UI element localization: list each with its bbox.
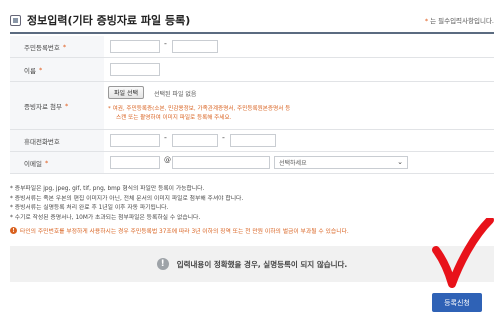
legal-warning-text: 타인의 주민번호를 부정하게 사용하시는 경우 주민등록법 37조에 따라 3년… bbox=[20, 229, 349, 235]
attachment-field: 파일 선택 선택된 파일 없음 * 여권, 주민등록증(소본, 민감용정보, 가… bbox=[104, 82, 494, 129]
resident-number-label-text: 주민등록번호 bbox=[24, 43, 60, 52]
email-label-text: 이메일 bbox=[24, 159, 42, 168]
note-item: * 증부파일은 jpg, jpeg, gif, tif, png, bmp 형식… bbox=[10, 186, 205, 192]
note-item: * 증빙서류는 실명등록 처리 완료 후 1년일 이후 자동 파기됩니다. bbox=[10, 205, 169, 211]
file-status-text: 선택된 파일 없음 bbox=[154, 91, 197, 98]
required-note: * 는 필수입력사항입니다. bbox=[425, 15, 494, 25]
note-item: * 수기로 작성된 증명서나, 10M가 초과되는 첨부파일은 등록하실 수 없… bbox=[10, 214, 201, 221]
name-label-text: 이름 bbox=[24, 66, 36, 75]
row-name: 이름 * bbox=[10, 58, 494, 82]
email-domain-select-value: 선택하세요 bbox=[279, 160, 307, 167]
required-star: * bbox=[38, 65, 43, 74]
resident-number-dash: - bbox=[164, 39, 167, 48]
attachment-notice-line-2: 스캔 또는 촬영하여 이미지 파일로 등록해 주세요. bbox=[116, 115, 232, 121]
email-label: 이메일 * bbox=[10, 152, 104, 173]
required-star: * bbox=[64, 101, 69, 110]
file-select-button[interactable]: 파일 선택 bbox=[108, 86, 144, 99]
chevron-down-icon: ⌄ bbox=[397, 158, 403, 166]
attachment-label-text: 증빙자료 첨부 bbox=[24, 102, 62, 111]
mobile-label-text: 휴대전화번호 bbox=[24, 137, 60, 146]
name-label: 이름 * bbox=[10, 58, 104, 81]
info-box: ! 입력내용이 정확했을 경우, 실명등록이 되지 않습니다. bbox=[10, 246, 494, 282]
info-icon: ! bbox=[156, 258, 169, 270]
email-domain-input[interactable] bbox=[172, 156, 270, 169]
required-star: * bbox=[62, 42, 67, 51]
resident-number-field: - bbox=[104, 36, 494, 57]
warning-icon: ! bbox=[10, 227, 17, 234]
submit-button[interactable]: 등록신청 bbox=[432, 293, 482, 312]
note-item: * 증빙서류는 족본 우본의 편집 이미지가 아닌, 전체 문서의 이미지 파일… bbox=[10, 195, 244, 202]
mobile-first-input[interactable] bbox=[110, 134, 160, 147]
resident-number-first-input[interactable] bbox=[110, 40, 160, 53]
name-field bbox=[104, 58, 494, 81]
email-field: @ 선택하세요 ⌄ bbox=[104, 152, 494, 173]
document-icon bbox=[10, 15, 21, 26]
check-mark-icon bbox=[432, 218, 494, 288]
notes-section: * 증부파일은 jpg, jpeg, gif, tif, png, bmp 형식… bbox=[10, 185, 494, 235]
legal-warning: ! 타인의 주민번호를 부정하게 사용하시는 경우 주민등록법 37조에 따라 … bbox=[10, 226, 494, 235]
row-resident-number: 주민등록번호 * - bbox=[10, 36, 494, 58]
mobile-dash-1: - bbox=[164, 133, 167, 142]
section-header: 정보입력(기타 증빙자료 파일 등록) * 는 필수입력사항입니다. bbox=[10, 8, 494, 34]
mobile-dash-2: - bbox=[222, 133, 225, 142]
info-text: 입력내용이 정확했을 경우, 실명등록이 되지 않습니다. bbox=[176, 259, 348, 269]
resident-number-second-input[interactable] bbox=[172, 40, 218, 53]
mobile-label: 휴대전화번호 bbox=[10, 130, 104, 151]
email-domain-select[interactable]: 선택하세요 ⌄ bbox=[274, 156, 408, 169]
required-star: * bbox=[44, 158, 49, 167]
page-title: 정보입력(기타 증빙자료 파일 등록) bbox=[27, 14, 191, 27]
attachment-notice-line-1: * 여권, 주민등록증(소본, 민감용정보, 가족관계증명서, 주민등록원본증명… bbox=[108, 106, 291, 112]
mobile-field: - - bbox=[104, 130, 494, 151]
email-at-sign: @ bbox=[164, 156, 171, 164]
name-input[interactable] bbox=[110, 63, 160, 76]
attachment-label: 증빙자료 첨부 * bbox=[10, 82, 104, 129]
required-star: * bbox=[424, 17, 429, 25]
row-attachment: 증빙자료 첨부 * 파일 선택 선택된 파일 없음 * 여권, 주민등록증(소본,… bbox=[10, 82, 494, 130]
row-email: 이메일 * @ 선택하세요 ⌄ bbox=[10, 152, 494, 174]
mobile-third-input[interactable] bbox=[230, 134, 276, 147]
email-id-input[interactable] bbox=[110, 156, 160, 169]
mobile-second-input[interactable] bbox=[172, 134, 218, 147]
row-mobile: 휴대전화번호 - - bbox=[10, 130, 494, 152]
required-note-text: 는 필수입력사항입니다. bbox=[430, 17, 494, 25]
resident-number-label: 주민등록번호 * bbox=[10, 36, 104, 57]
